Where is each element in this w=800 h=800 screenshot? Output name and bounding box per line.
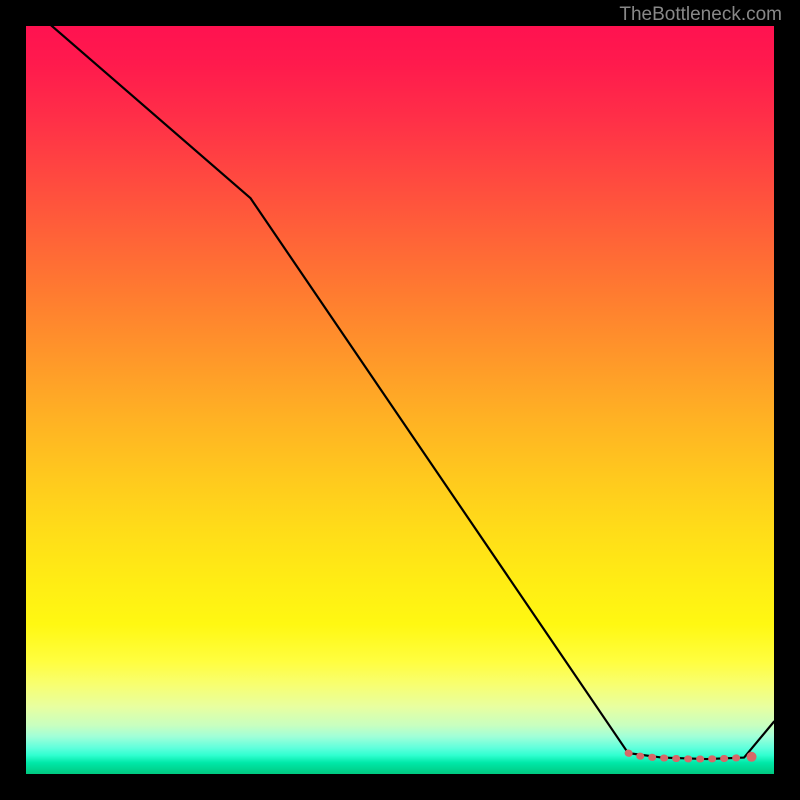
watermark-text: TheBottleneck.com — [619, 4, 782, 26]
plot-area — [26, 26, 774, 774]
chart-svg — [26, 26, 774, 774]
highlight-end-dot — [747, 752, 757, 762]
bottleneck-curve-line — [26, 26, 774, 759]
